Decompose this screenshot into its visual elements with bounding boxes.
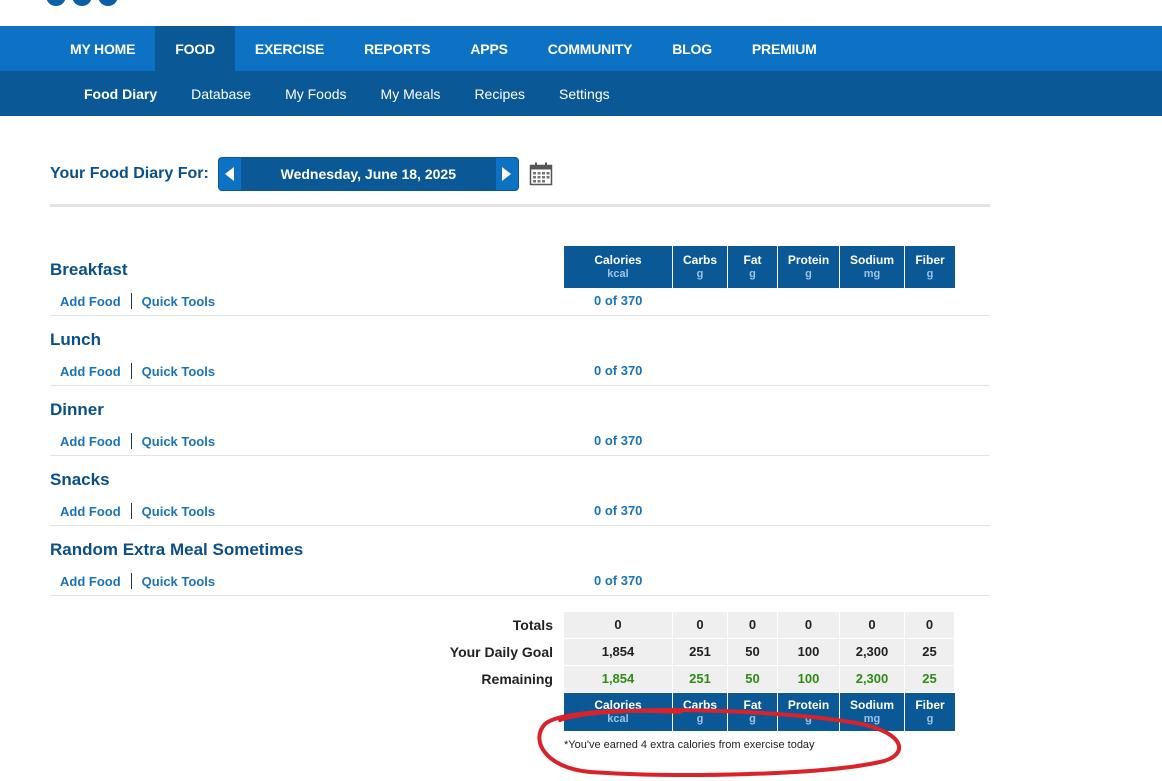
red-annotation-circle: [537, 708, 901, 777]
